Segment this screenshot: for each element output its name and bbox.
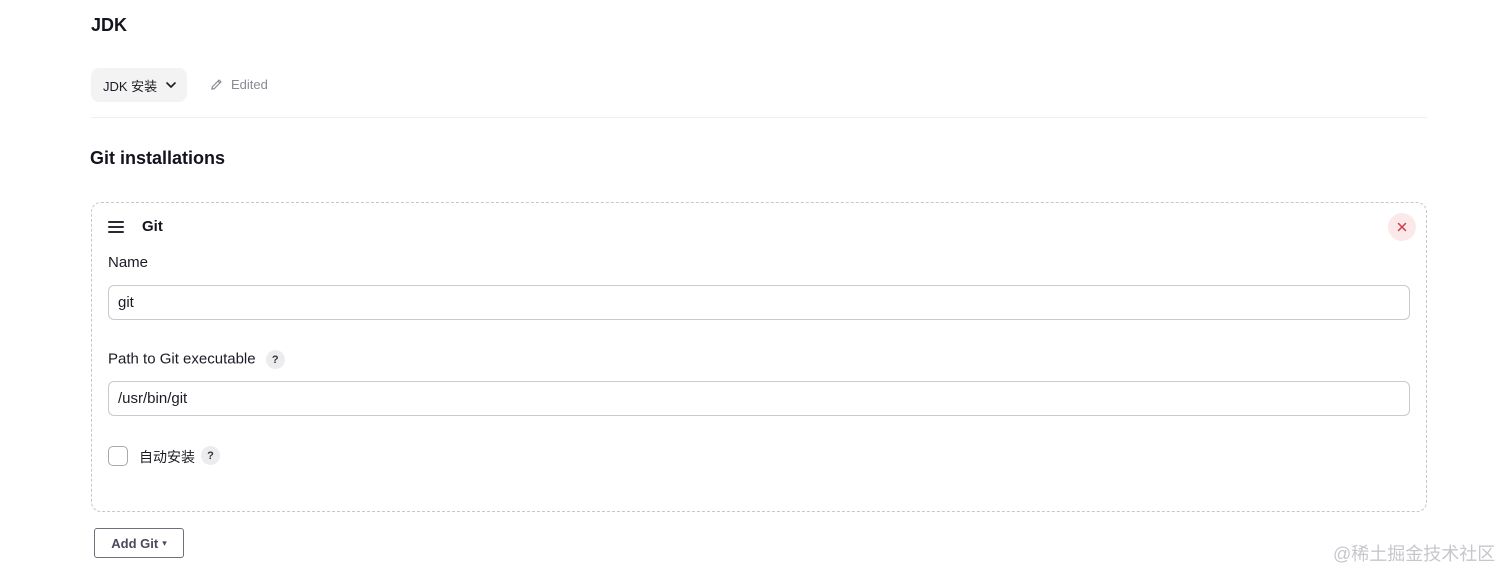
close-icon (1397, 222, 1407, 232)
add-git-label: Add Git (111, 535, 159, 551)
jdk-section-title: JDK (91, 15, 128, 35)
auto-install-help-icon[interactable]: ? (201, 446, 220, 465)
watermark: @稀土掘金技术社区 (1333, 544, 1496, 564)
path-input[interactable] (108, 381, 1410, 416)
jdk-install-dropdown-label: JDK 安装 (103, 78, 158, 94)
name-input[interactable] (108, 285, 1410, 320)
auto-install-checkbox[interactable] (108, 446, 128, 466)
edited-label: Edited (231, 77, 268, 92)
git-installations-title: Git installations (90, 148, 226, 168)
caret-down-icon: ▾ (162, 537, 167, 548)
chevron-down-icon (166, 82, 176, 88)
section-divider (91, 117, 1427, 118)
path-help-icon[interactable]: ? (265, 350, 285, 369)
git-card-title: Git (142, 218, 163, 235)
pencil-icon (211, 79, 222, 90)
name-label: Name (108, 254, 149, 271)
path-label-row: Path to Git executable ? (108, 350, 285, 369)
edited-status: Edited (209, 77, 268, 92)
git-installation-card: Git Name Path to Git executable ? 自动安装 ? (91, 202, 1427, 512)
add-git-button[interactable]: Add Git ▾ (94, 528, 184, 558)
auto-install-label: 自动安装 (139, 449, 195, 465)
path-label: Path to Git executable (108, 350, 256, 368)
drag-handle-icon[interactable] (108, 221, 124, 233)
jdk-install-dropdown-button[interactable]: JDK 安装 (91, 68, 187, 102)
delete-git-button[interactable] (1388, 213, 1416, 241)
